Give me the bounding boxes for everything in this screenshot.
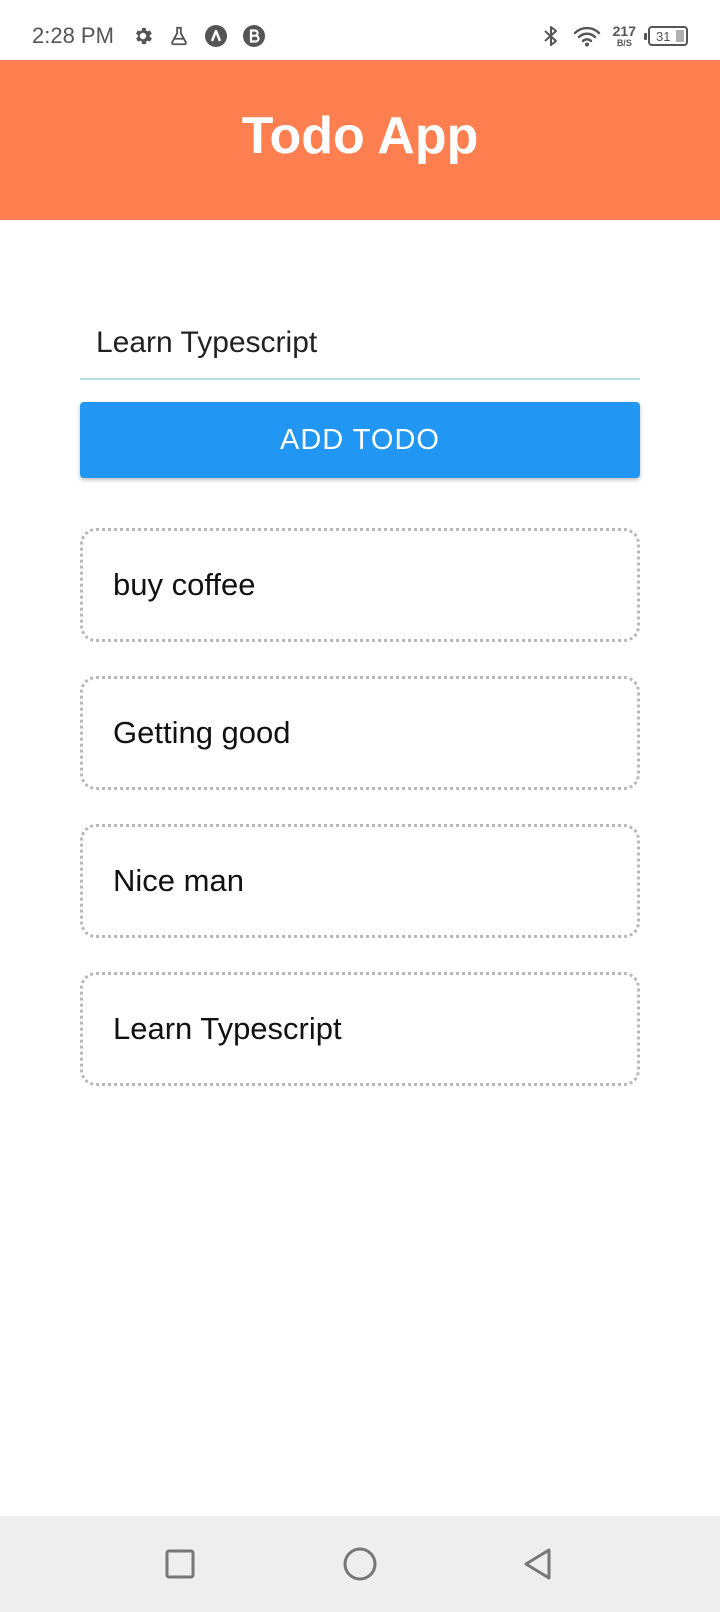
battery-fill	[676, 30, 684, 42]
todo-input-container	[80, 308, 640, 380]
navigation-bar	[0, 1516, 720, 1612]
todo-text: Getting good	[113, 715, 291, 750]
wifi-icon	[573, 25, 601, 47]
lambda-circle-icon	[204, 24, 228, 48]
list-item[interactable]: Nice man	[80, 824, 640, 938]
page-title: Todo App	[241, 107, 479, 165]
network-speed-unit: B/S	[616, 38, 632, 48]
todo-input[interactable]	[80, 308, 640, 378]
todo-list: buy coffee Getting good Nice man Learn T…	[80, 528, 640, 1120]
list-item[interactable]: buy coffee	[80, 528, 640, 642]
todo-text: buy coffee	[113, 567, 256, 602]
back-icon[interactable]	[516, 1542, 560, 1586]
battery-icon: 31	[644, 26, 688, 46]
app-screen: 2:28 PM 217 B/S 31 Todo App Learn Typesc…	[0, 0, 720, 1612]
list-item[interactable]: Getting good	[80, 676, 640, 790]
flask-icon	[168, 25, 190, 47]
network-speed: 217 B/S	[613, 24, 636, 48]
bluetooth-icon	[541, 24, 561, 48]
network-speed-value: 217	[612, 23, 636, 39]
app-header: Todo App	[0, 60, 720, 220]
home-icon[interactable]	[338, 1542, 382, 1586]
status-time: 2:28 PM	[32, 23, 114, 48]
gear-icon	[132, 25, 154, 47]
recent-apps-icon[interactable]	[158, 1542, 202, 1586]
status-bar: 2:28 PM 217 B/S 31	[0, 0, 720, 60]
add-todo-button[interactable]: ADD TODO	[80, 402, 640, 478]
b-circle-icon	[242, 24, 266, 48]
todo-text: Nice man	[113, 863, 244, 898]
list-item[interactable]: Learn Typescript	[80, 972, 640, 1086]
battery-level: 31	[656, 28, 671, 44]
todo-text: Learn Typescript	[113, 1011, 342, 1046]
